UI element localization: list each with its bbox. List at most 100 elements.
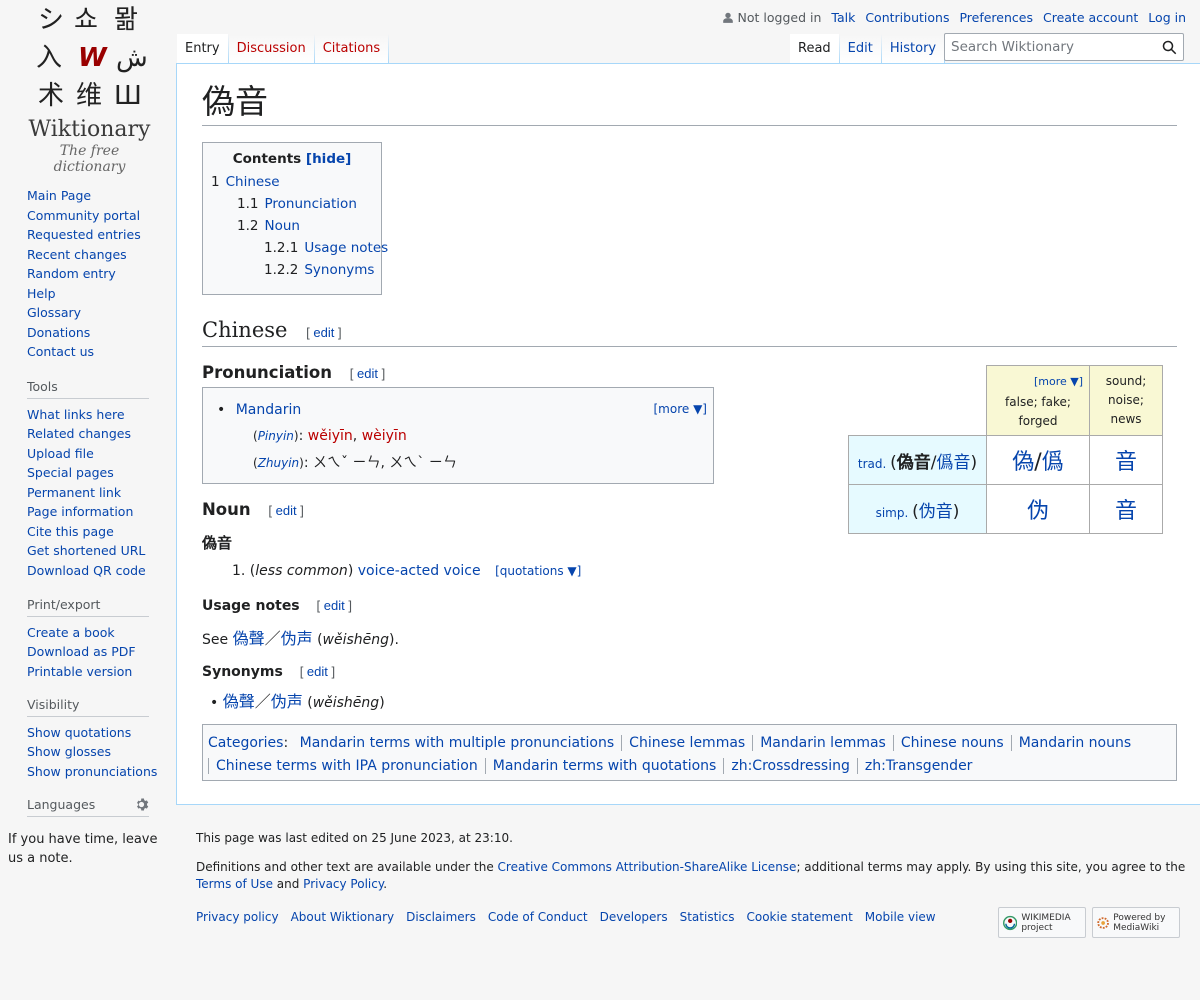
trad-char-2[interactable]: 音 xyxy=(1115,450,1137,475)
category-link[interactable]: Chinese nouns xyxy=(892,735,1011,751)
pinyin-1[interactable]: wěiyīn xyxy=(308,428,353,444)
edit-synonyms-link[interactable]: edit xyxy=(307,664,328,679)
pron-more-toggle[interactable]: [more ▼] xyxy=(654,402,708,416)
definition-gloss-link[interactable]: voice-acted voice xyxy=(358,563,481,579)
edit-pronunciation-link[interactable]: edit xyxy=(357,366,378,381)
toc-link-noun[interactable]: Noun xyxy=(264,218,299,234)
toc-item[interactable]: 1.2.2 Synonyms xyxy=(211,259,374,281)
create-account-link[interactable]: Create account xyxy=(1043,10,1138,25)
simp-char-1[interactable]: 伪 xyxy=(1027,499,1049,524)
tools-permanent-link[interactable]: Permanent link xyxy=(27,483,177,503)
edit-noun-link[interactable]: edit xyxy=(276,503,297,518)
preferences-link[interactable]: Preferences xyxy=(959,10,1033,25)
log-in-link[interactable]: Log in xyxy=(1148,10,1186,25)
footer-cookie-statement[interactable]: Cookie statement xyxy=(746,909,852,926)
contributions-link[interactable]: Contributions xyxy=(865,10,949,25)
footer-statistics[interactable]: Statistics xyxy=(680,909,735,926)
toc-item[interactable]: 1.1 Pronunciation xyxy=(211,193,373,215)
toc-link-pronunciation[interactable]: Pronunciation xyxy=(264,196,356,212)
category-link[interactable]: Chinese lemmas xyxy=(621,735,753,751)
tab-citations[interactable]: Citations xyxy=(314,34,389,64)
tools-get-shortened-url[interactable]: Get shortened URL xyxy=(27,541,177,561)
tools-special-pages[interactable]: Special pages xyxy=(27,463,177,483)
quotations-toggle[interactable]: [quotations ▼] xyxy=(495,564,581,578)
footer-privacy-policy[interactable]: Privacy policy xyxy=(196,909,279,926)
languages-note[interactable]: If you have time, leave us a note. xyxy=(8,830,173,868)
toc-item[interactable]: 1.2 Noun xyxy=(211,215,373,237)
definition-qualifier[interactable]: less common xyxy=(255,563,348,579)
trad-char-1a[interactable]: 偽 xyxy=(1012,450,1034,475)
tab-edit[interactable]: Edit xyxy=(839,34,881,64)
wikimedia-badge[interactable]: WIKIMEDIA project xyxy=(998,907,1086,938)
nav-recent-changes[interactable]: Recent changes xyxy=(27,245,177,265)
tools-page-information[interactable]: Page information xyxy=(27,502,177,522)
nav-requested-entries[interactable]: Requested entries xyxy=(27,225,177,245)
tab-history-label[interactable]: History xyxy=(890,41,936,56)
category-link[interactable]: Mandarin lemmas xyxy=(752,735,893,751)
wiktionary-logo[interactable]: シ쇼뫎 入Wش 术维Ш Wiktionary The free dictiona… xyxy=(22,4,157,175)
terms-link[interactable]: Terms of Use xyxy=(196,877,273,891)
category-link[interactable]: Mandarin terms with quotations xyxy=(484,758,724,774)
toc-link-usage-notes[interactable]: Usage notes xyxy=(304,240,388,256)
license-link[interactable]: Creative Commons Attribution-ShareAlike … xyxy=(498,860,797,874)
tab-read[interactable]: Read xyxy=(790,34,839,64)
tools-download-qr-code[interactable]: Download QR code xyxy=(27,561,177,581)
talk-link[interactable]: Talk xyxy=(831,10,855,25)
toc-item[interactable]: 1.2.1 Usage notes xyxy=(211,237,388,259)
category-link[interactable]: Mandarin terms with multiple pronunciati… xyxy=(293,735,622,751)
zhuyin-label-link[interactable]: Zhuyin xyxy=(258,456,299,470)
mediawiki-badge[interactable]: Powered by MediaWiki xyxy=(1092,907,1180,938)
category-link[interactable]: Mandarin nouns xyxy=(1010,735,1139,751)
search-icon[interactable] xyxy=(1162,40,1177,55)
synonym-word-trad[interactable]: 偽聲 xyxy=(223,692,255,711)
simp-label[interactable]: simp. xyxy=(876,506,909,520)
trad-char-1b[interactable]: 僞 xyxy=(1042,450,1064,475)
footer-about[interactable]: About Wiktionary xyxy=(291,909,395,926)
footer-mobile-view[interactable]: Mobile view xyxy=(865,909,936,926)
table-more-toggle[interactable]: [more ▼] xyxy=(1034,372,1083,391)
tools-cite-this-page[interactable]: Cite this page xyxy=(27,522,177,542)
tools-related-changes[interactable]: Related changes xyxy=(27,424,177,444)
trad-form-b[interactable]: 僞音 xyxy=(937,453,971,473)
nav-main-page[interactable]: Main Page xyxy=(27,186,177,206)
category-link[interactable]: Chinese terms with IPA pronunciation xyxy=(208,758,485,774)
footer-disclaimers[interactable]: Disclaimers xyxy=(406,909,476,926)
print-printable-version[interactable]: Printable version xyxy=(27,662,177,682)
tab-entry[interactable]: Entry xyxy=(177,34,228,64)
nav-community-portal[interactable]: Community portal xyxy=(27,206,177,226)
tab-edit-label[interactable]: Edit xyxy=(848,41,873,56)
print-create-book[interactable]: Create a book xyxy=(27,623,177,643)
tab-discussion[interactable]: Discussion xyxy=(228,34,314,64)
mandarin-link[interactable]: Mandarin xyxy=(236,402,302,418)
edit-usage-link[interactable]: edit xyxy=(324,598,345,613)
visibility-show-pronunciations[interactable]: Show pronunciations xyxy=(27,762,177,782)
category-link[interactable]: zh:Crossdressing xyxy=(723,758,857,774)
privacy-policy-link[interactable]: Privacy Policy xyxy=(303,877,383,891)
nav-help[interactable]: Help xyxy=(27,284,177,304)
visibility-show-quotations[interactable]: Show quotations xyxy=(27,723,177,743)
simp-char-2[interactable]: 音 xyxy=(1115,499,1137,524)
category-link[interactable]: zh:Transgender xyxy=(856,758,980,774)
nav-glossary[interactable]: Glossary xyxy=(27,303,177,323)
nav-donations[interactable]: Donations xyxy=(27,323,177,343)
search-input[interactable]: Search Wiktionary xyxy=(951,39,1074,55)
usage-word-trad[interactable]: 偽聲 xyxy=(233,629,265,648)
tools-what-links-here[interactable]: What links here xyxy=(27,405,177,425)
usage-word-simp[interactable]: 伪声 xyxy=(281,629,313,648)
nav-random-entry[interactable]: Random entry xyxy=(27,264,177,284)
categories-label[interactable]: Categories xyxy=(208,735,283,751)
footer-developers[interactable]: Developers xyxy=(600,909,668,926)
footer-code-of-conduct[interactable]: Code of Conduct xyxy=(488,909,588,926)
gear-icon[interactable] xyxy=(134,797,149,812)
tab-history[interactable]: History xyxy=(881,34,945,64)
tools-upload-file[interactable]: Upload file xyxy=(27,444,177,464)
edit-chinese-link[interactable]: edit xyxy=(313,325,334,340)
pinyin-2[interactable]: wèiyīn xyxy=(362,428,407,444)
pinyin-label-link[interactable]: Pinyin xyxy=(258,429,294,443)
trad-label[interactable]: trad. xyxy=(858,457,886,471)
toc-link-synonyms[interactable]: Synonyms xyxy=(304,262,374,278)
visibility-show-glosses[interactable]: Show glosses xyxy=(27,742,177,762)
search-box[interactable]: Search Wiktionary xyxy=(944,33,1184,61)
simp-form[interactable]: 伪音 xyxy=(919,502,953,522)
synonym-word-simp[interactable]: 伪声 xyxy=(271,692,303,711)
